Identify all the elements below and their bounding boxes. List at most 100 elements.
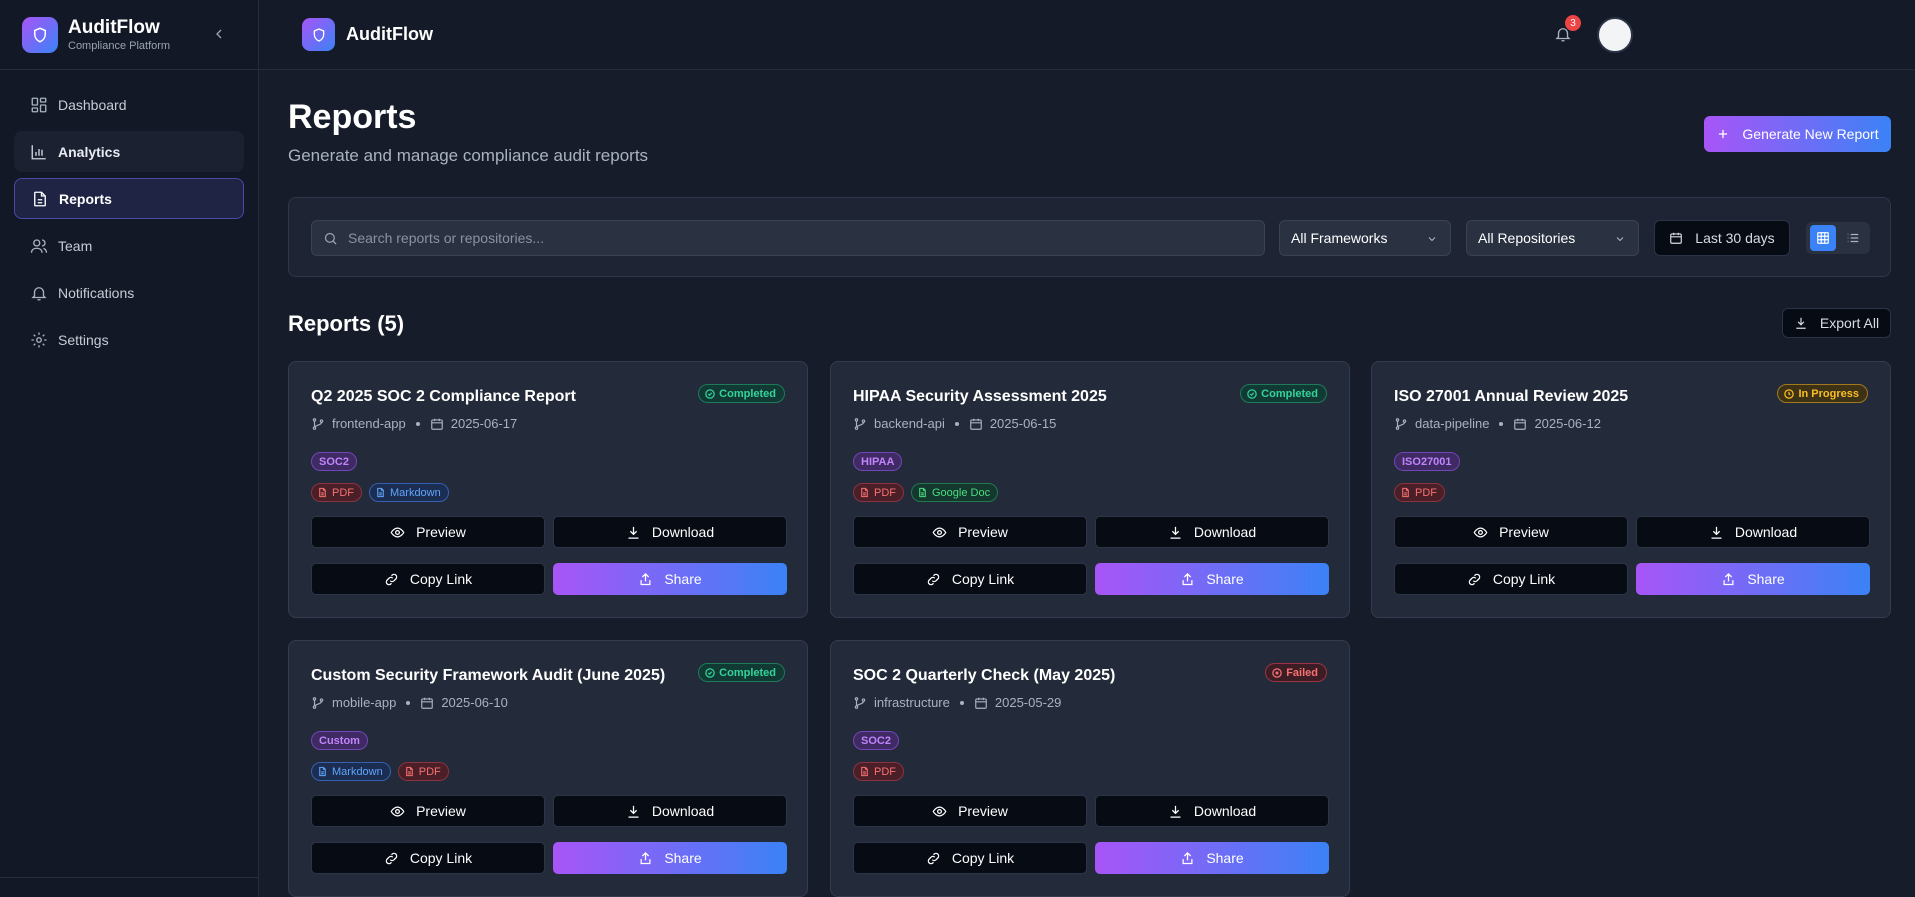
top-bar: AuditFlow: [259, 0, 1915, 70]
collapse-sidebar-button[interactable]: [211, 26, 227, 42]
search-input[interactable]: [348, 221, 1248, 255]
share-icon: [1180, 572, 1195, 587]
sidebar-brand: AuditFlow Compliance Platform: [0, 0, 258, 70]
topbar-title: AuditFlow: [346, 24, 433, 44]
separator-dot: [406, 700, 411, 705]
export-all-label: Export All: [1819, 315, 1880, 331]
format-badge: PDF: [1394, 483, 1445, 502]
download-icon: [1168, 525, 1183, 540]
report-card: Q2 2025 SOC 2 Compliance Report Completed…: [288, 361, 808, 618]
share-icon: [1180, 851, 1195, 866]
git-branch-icon: [853, 417, 867, 431]
format-badges: PDF Markdown: [311, 483, 449, 502]
format-badge: PDF: [853, 483, 904, 502]
status-badge: Completed: [1240, 384, 1327, 403]
report-date: 2025-05-29: [994, 695, 1062, 710]
repository-select[interactable]: All Repositories: [1466, 220, 1639, 256]
link-icon: [1467, 572, 1482, 587]
report-date: 2025-06-15: [989, 416, 1057, 431]
gear-icon: [30, 331, 48, 349]
download-button[interactable]: Download: [553, 795, 787, 827]
repo-name: data-pipeline: [1415, 416, 1490, 431]
app-name: AuditFlow: [68, 16, 160, 38]
generate-new-report-button[interactable]: Generate New Report: [1704, 116, 1891, 152]
report-card: HIPAA Security Assessment 2025 Completed b…: [830, 361, 1350, 618]
list-view-button[interactable]: [1840, 225, 1866, 251]
report-title: HIPAA Security Assessment 2025: [853, 388, 1107, 405]
date-range-button[interactable]: Last 30 days: [1654, 220, 1790, 256]
framework-badge: HIPAA: [853, 452, 903, 471]
reports-section-title: Reports (5): [288, 311, 405, 336]
download-icon: [626, 804, 641, 819]
git-branch-icon: [853, 696, 867, 710]
sidebar-item-notifications[interactable]: Notifications: [14, 272, 244, 313]
report-meta: frontend-app 2025-06-17: [311, 416, 517, 431]
report-title: Q2 2025 SOC 2 Compliance Report: [311, 388, 576, 405]
export-all-button[interactable]: Export All: [1782, 308, 1891, 338]
filter-panel: All Frameworks All Repositories Last 30 …: [288, 197, 1891, 277]
sidebar: AuditFlow Compliance Platform Dashboard …: [0, 0, 259, 897]
check-circle-icon: [705, 388, 715, 399]
report-card: Custom Security Framework Audit (June 20…: [288, 640, 808, 897]
share-button[interactable]: Share: [553, 842, 787, 874]
file-icon: [317, 766, 328, 777]
preview-button[interactable]: Preview: [311, 795, 545, 827]
format-badge: PDF: [311, 483, 362, 502]
search-icon: [323, 231, 338, 246]
preview-button[interactable]: Preview: [1394, 516, 1628, 548]
share-icon: [1721, 572, 1736, 587]
preview-button[interactable]: Preview: [853, 516, 1087, 548]
file-icon: [1400, 487, 1411, 498]
download-button[interactable]: Download: [1095, 795, 1329, 827]
separator-dot: [959, 700, 964, 705]
sidebar-item-label: Settings: [58, 331, 109, 348]
share-button[interactable]: Share: [1095, 842, 1329, 874]
eye-icon: [932, 525, 947, 540]
preview-button[interactable]: Preview: [311, 516, 545, 548]
copy-link-button[interactable]: Copy Link: [1394, 563, 1628, 595]
download-button[interactable]: Download: [1095, 516, 1329, 548]
format-badges: PDF: [853, 762, 904, 781]
notification-count-badge: 3: [1565, 15, 1581, 31]
file-icon: [859, 766, 870, 777]
sidebar-item-dashboard[interactable]: Dashboard: [14, 84, 244, 125]
download-button[interactable]: Download: [553, 516, 787, 548]
sidebar-item-label: Notifications: [58, 284, 135, 301]
share-button[interactable]: Share: [553, 563, 787, 595]
report-meta: infrastructure 2025-05-29: [853, 695, 1061, 710]
share-button[interactable]: Share: [1095, 563, 1329, 595]
separator-dot: [415, 421, 420, 426]
sidebar-item-settings[interactable]: Settings: [14, 319, 244, 360]
eye-icon: [390, 804, 405, 819]
framework-badge: ISO27001: [1394, 452, 1460, 471]
format-badge: Markdown: [369, 483, 449, 502]
report-card: ISO 27001 Annual Review 2025 In Progress d…: [1371, 361, 1891, 618]
sidebar-item-team[interactable]: Team: [14, 225, 244, 266]
calendar-icon: [974, 696, 988, 710]
preview-button[interactable]: Preview: [853, 795, 1087, 827]
bell-icon: [30, 284, 48, 302]
copy-link-button[interactable]: Copy Link: [311, 842, 545, 874]
file-icon: [375, 487, 386, 498]
sidebar-item-analytics[interactable]: Analytics: [14, 131, 244, 172]
calendar-icon: [1513, 417, 1527, 431]
copy-link-button[interactable]: Copy Link: [853, 563, 1087, 595]
separator-dot: [954, 421, 959, 426]
share-button[interactable]: Share: [1636, 563, 1870, 595]
check-circle-icon: [705, 667, 715, 678]
link-icon: [384, 851, 399, 866]
framework-select-value: All Frameworks: [1291, 230, 1388, 246]
sidebar-item-reports[interactable]: Reports: [14, 178, 244, 219]
x-circle-icon: [1272, 667, 1282, 678]
list-icon: [1847, 233, 1859, 243]
user-avatar[interactable]: [1597, 17, 1633, 53]
copy-link-button[interactable]: Copy Link: [311, 563, 545, 595]
download-button[interactable]: Download: [1636, 516, 1870, 548]
link-icon: [926, 851, 941, 866]
grid-view-button[interactable]: [1810, 225, 1836, 251]
generate-label: Generate New Report: [1742, 126, 1879, 142]
copy-link-button[interactable]: Copy Link: [853, 842, 1087, 874]
status-badge: Completed: [698, 384, 785, 403]
users-icon: [30, 237, 48, 255]
framework-select[interactable]: All Frameworks: [1279, 220, 1451, 256]
